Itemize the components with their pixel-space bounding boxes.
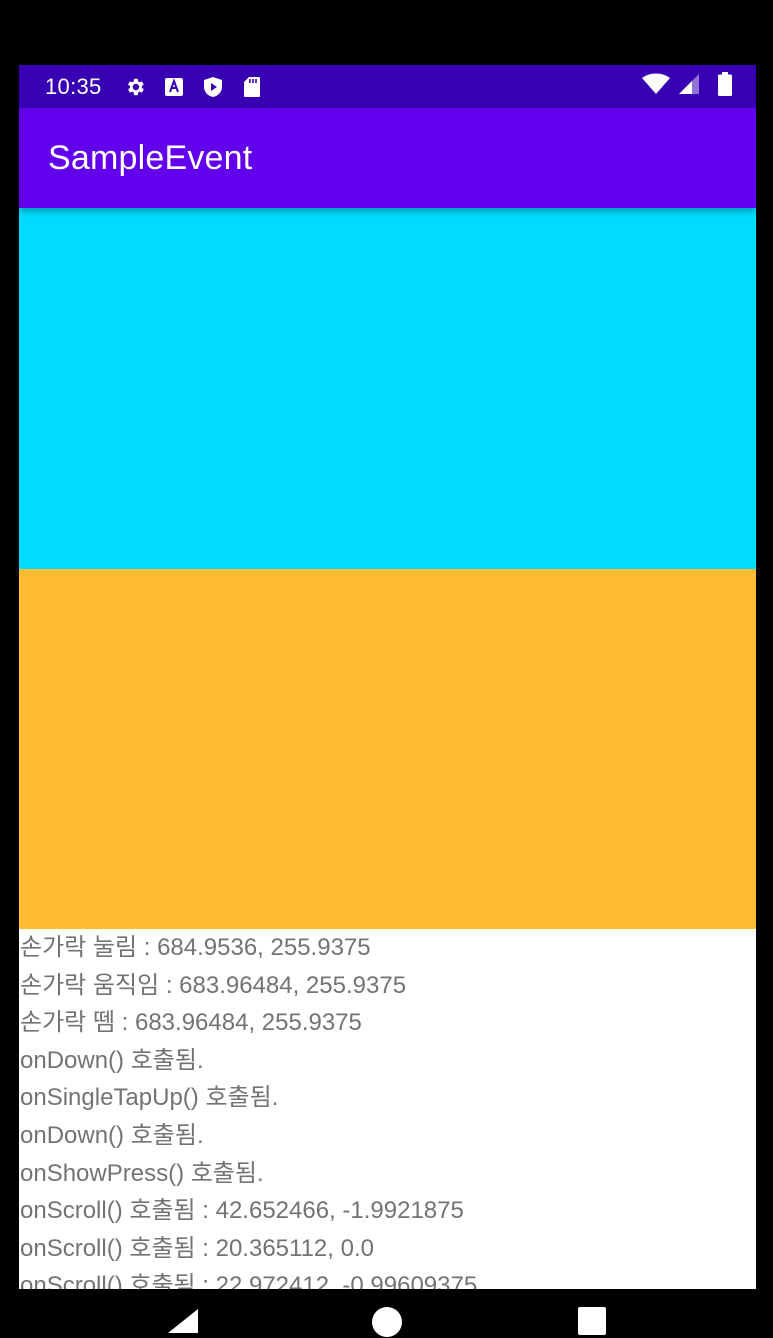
log-line: 손가락 뗌 : 683.96484, 255.9375	[20, 1009, 362, 1037]
log-line: onDown() 호출됨.	[20, 1046, 204, 1074]
text-a-icon	[163, 76, 185, 98]
gear-icon	[124, 76, 146, 98]
log-line: onDown() 호출됨.	[20, 1121, 204, 1149]
recents-icon[interactable]	[578, 1307, 606, 1335]
log-line: onScroll() 호출됨 : 20.365112, 0.0	[20, 1234, 374, 1262]
app-screen: 10:35 SampleEvent 손가락 눌림: 684.9536, 255…	[19, 65, 756, 1289]
log-line: onScroll() 호출됨 : 42.652466, -1.9921875	[20, 1197, 464, 1225]
wifi-icon	[642, 73, 670, 100]
gesture-view[interactable]	[19, 569, 756, 929]
sd-card-icon	[241, 76, 263, 98]
shield-play-icon	[202, 76, 224, 98]
status-time: 10:35	[45, 73, 102, 99]
battery-icon	[718, 72, 732, 101]
status-bar: 10:35	[19, 65, 756, 108]
log-line: 손가락 눌림 : 684.9536, 255.9375	[20, 934, 371, 961]
log-scroll-view[interactable]: 손가락 눌림 : 684.9536, 255.9375 손가락 움직임 : 68…	[19, 929, 756, 1289]
log-line: 손가락 움직임 : 683.96484, 255.9375	[20, 971, 407, 999]
log-line: onScroll() 호출됨 : 22.972412, -0.99609375	[20, 1272, 478, 1289]
navigation-bar	[0, 1289, 773, 1337]
log-line: onSingleTapUp() 호출됨.	[20, 1084, 279, 1112]
signal-icon	[678, 73, 700, 100]
back-icon[interactable]	[168, 1309, 198, 1338]
log-line: onShowPress() 호출됨.	[20, 1159, 264, 1187]
app-title: SampleEvent	[48, 138, 253, 177]
status-right-icons	[642, 65, 732, 108]
app-bar: SampleEvent	[19, 108, 756, 208]
touch-view[interactable]	[19, 208, 756, 569]
